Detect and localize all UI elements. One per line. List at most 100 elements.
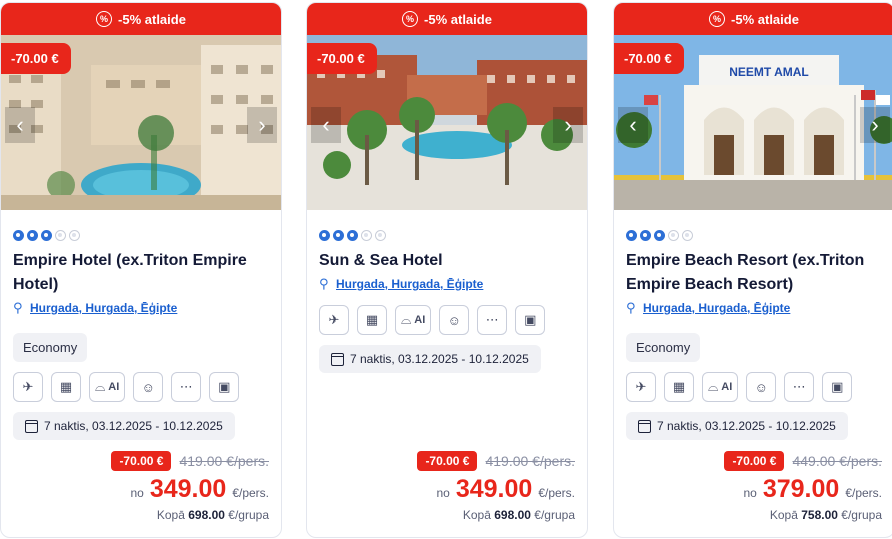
location: ⚲ Hurgada, Hurgada, Ēģipte [626,300,882,316]
hotel-card[interactable]: % -5% atlaide NEEMT AMAL -70.00 € ‹ › Em… [613,2,892,538]
airplane-icon: ✈ [13,372,43,402]
airplane-icon: ✈ [319,305,349,335]
old-price: 419.00 €/pers. [179,453,269,469]
discount-badge: -70.00 € [1,43,71,74]
promo-bar: % -5% atlaide [1,3,281,35]
more-dots-icon: ⋯ [784,372,815,402]
travel-dates: 7 naktis, 03.12.2025 - 10.12.2025 [13,412,235,440]
old-price: 419.00 €/pers. [485,453,575,469]
hotel-card[interactable]: % -5% atlaide -70.00 € ‹ › Empire Hotel … [0,2,282,538]
star-icon [626,230,637,241]
promo-text: -5% atlaide [731,11,799,27]
star-rating [626,230,882,241]
star-icon [361,230,372,241]
price-unit: €/pers. [232,486,269,500]
price-prefix: no [130,486,144,500]
chevron-left-icon[interactable]: ‹ [311,107,341,143]
total-price: Kopā 758.00 €/grupa [724,508,882,522]
bus-icon: ▣ [822,372,853,402]
person-icon: ☺ [133,372,164,402]
star-icon [682,230,693,241]
star-rating [13,230,269,241]
bus-icon: ▣ [515,305,546,335]
map-pin-icon: ⚲ [13,300,23,315]
travel-dates: 7 naktis, 03.12.2025 - 10.12.2025 [626,412,848,440]
total-value: 698.00 [188,508,225,522]
building-icon: ▦ [664,372,694,402]
location-link[interactable]: Hurgada, Hurgada, Ēģipte [336,277,483,291]
more-dots-icon: ⋯ [171,372,202,402]
map-pin-icon: ⚲ [626,300,636,315]
star-icon [668,230,679,241]
chevron-left-icon[interactable]: ‹ [5,107,35,143]
amenities: ✈ ▦ ⌓ AI ☺ ⋯ ▣ [319,305,575,335]
discount-badge: -70.00 € [307,43,377,74]
calendar-icon [331,352,344,366]
dates-text: 7 naktis, 03.12.2025 - 10.12.2025 [44,419,223,433]
total-label: Kopā [156,508,185,522]
person-icon: ☺ [439,305,470,335]
chevron-right-icon[interactable]: › [247,107,277,143]
food-cloche-icon: ⌓ AI [702,372,739,402]
total-price: Kopā 698.00 €/grupa [417,508,575,522]
current-price: 379.00 [762,475,840,503]
star-icon [13,230,24,241]
price-block: -70.00 € 419.00 €/pers. no 349.00 €/pers… [417,451,575,522]
hotel-name[interactable]: Empire Hotel (ex.Triton Empire Hotel) [13,249,269,297]
calendar-icon [25,419,38,433]
person-icon: ☺ [746,372,777,402]
location-link[interactable]: Hurgada, Hurgada, Ēģipte [30,301,177,315]
airplane-icon: ✈ [626,372,656,402]
hotel-photo[interactable]: NEEMT AMAL -70.00 € ‹ › [614,35,892,210]
building-icon: ▦ [357,305,387,335]
hotel-photo[interactable]: -70.00 € ‹ › [1,35,281,210]
location: ⚲ Hurgada, Hurgada, Ēģipte [13,300,269,316]
current-price: 349.00 [149,475,227,503]
star-icon [333,230,344,241]
hotel-card[interactable]: % -5% atlaide -70.00 € ‹ › Sun & Sea Hot… [306,2,588,538]
total-unit: €/grupa [228,508,269,522]
chevron-right-icon[interactable]: › [553,107,583,143]
star-rating [319,230,575,241]
percent-icon: % [402,11,419,27]
price-unit: €/pers. [845,486,882,500]
building-icon: ▦ [51,372,81,402]
total-unit: €/grupa [534,508,575,522]
price-discount: -70.00 € [111,451,172,471]
board-tag: Economy [13,333,88,362]
hotel-name[interactable]: Sun & Sea Hotel [319,249,575,273]
bus-icon: ▣ [209,372,240,402]
old-price: 449.00 €/pers. [792,453,882,469]
star-icon [27,230,38,241]
calendar-icon [638,419,651,433]
total-label: Kopā [769,508,798,522]
map-pin-icon: ⚲ [319,276,329,291]
location-link[interactable]: Hurgada, Hurgada, Ēģipte [643,301,790,315]
chevron-left-icon[interactable]: ‹ [618,107,648,143]
promo-bar: % -5% atlaide [614,3,892,35]
star-icon [319,230,330,241]
price-prefix: no [436,486,450,500]
chevron-right-icon[interactable]: › [860,107,890,143]
total-value: 758.00 [801,508,838,522]
percent-icon: % [96,11,113,27]
total-unit: €/grupa [841,508,882,522]
total-price: Kopā 698.00 €/grupa [111,508,269,522]
price-discount: -70.00 € [417,451,478,471]
location: ⚲ Hurgada, Hurgada, Ēģipte [319,276,575,292]
hotel-name[interactable]: Empire Beach Resort (ex.Triton Empire Be… [626,249,882,297]
meal-plan-label: AI [414,314,426,326]
percent-icon: % [709,11,726,27]
meal-plan-label: AI [721,381,733,393]
star-icon [654,230,665,241]
discount-badge: -70.00 € [614,43,684,74]
dates-text: 7 naktis, 03.12.2025 - 10.12.2025 [657,419,836,433]
dates-text: 7 naktis, 03.12.2025 - 10.12.2025 [350,352,529,366]
current-price: 349.00 [455,475,533,503]
amenities: ✈ ▦ ⌓ AI ☺ ⋯ ▣ [13,372,269,402]
hotel-photo[interactable]: -70.00 € ‹ › [307,35,587,210]
promo-text: -5% atlaide [118,11,186,27]
star-icon [41,230,52,241]
star-icon [55,230,66,241]
star-icon [640,230,651,241]
